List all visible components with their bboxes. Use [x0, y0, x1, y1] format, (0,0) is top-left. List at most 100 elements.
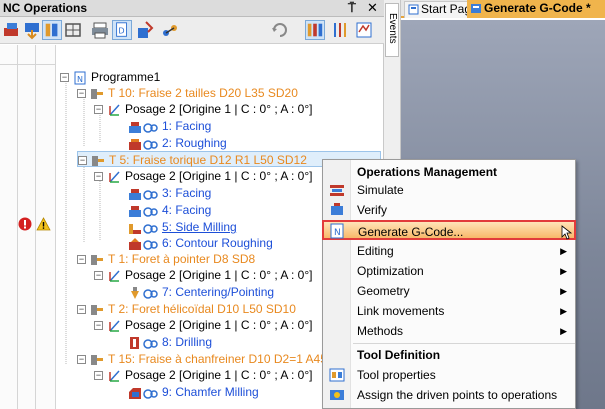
simulate-icon — [330, 185, 344, 196]
events-tab[interactable]: Events — [385, 3, 399, 57]
tree-operation[interactable]: 4: Facing — [128, 202, 211, 218]
import-icon[interactable] — [22, 20, 42, 40]
sort-tools-icon[interactable] — [305, 20, 325, 40]
collapse-toggle[interactable]: − — [77, 89, 86, 99]
mouse-cursor-icon — [561, 225, 572, 240]
refresh-icon[interactable] — [270, 20, 290, 40]
axis-frame-icon — [109, 171, 120, 183]
start-page-icon — [408, 4, 419, 15]
collapse-toggle[interactable]: − — [94, 172, 103, 182]
menu-item-label: Methods — [357, 324, 404, 338]
error-icon[interactable] — [18, 217, 32, 231]
side-milling-operation-icon — [129, 223, 158, 234]
operations-icon[interactable] — [2, 20, 22, 40]
posage-label: Posage 2 [Origine 1 | C : 0° ; A : 0°] — [125, 318, 313, 332]
menu-item-methods[interactable]: Methods ▶ — [323, 321, 575, 341]
context-menu: Operations Management Simulate Verify N … — [322, 159, 576, 409]
axis-frame-icon — [109, 320, 120, 332]
tree-posage[interactable]: − Posage 2 [Origine 1 | C : 0° ; A : 0°] — [94, 367, 312, 383]
document-icon[interactable]: D — [112, 20, 132, 40]
centering-operation-icon — [131, 286, 158, 299]
collapse-toggle[interactable]: − — [77, 255, 86, 265]
machine-icon[interactable] — [160, 20, 180, 40]
menu-item-link-movements[interactable]: Link movements ▶ — [323, 301, 575, 321]
collapse-toggle[interactable]: − — [77, 355, 86, 365]
tool-icon — [91, 304, 103, 315]
menu-item-geometry[interactable]: Geometry ▶ — [323, 281, 575, 301]
tree-operation[interactable]: 3: Facing — [128, 185, 211, 201]
operation-label: 9: Chamfer Milling — [162, 385, 259, 399]
tree-operation[interactable]: 8: Drilling — [128, 334, 212, 350]
svg-text:N: N — [334, 228, 341, 238]
menu-item-verify[interactable]: Verify — [323, 200, 575, 220]
collapse-toggle[interactable]: − — [60, 73, 69, 83]
tree-root[interactable]: − N Programme1 — [60, 69, 160, 85]
operation-label: 2: Roughing — [162, 136, 227, 150]
svg-text:N: N — [77, 75, 83, 84]
submenu-arrow-icon: ▶ — [560, 266, 567, 276]
contour-roughing-operation-icon — [129, 237, 158, 250]
tree-tool-t15[interactable]: − T 15: Fraise à chanfreiner D10 D2=1 A45… — [77, 351, 344, 367]
warning-icon[interactable] — [36, 217, 51, 231]
collapse-toggle[interactable]: − — [78, 156, 87, 166]
collapse-toggle[interactable]: − — [94, 271, 103, 281]
posage-label: Posage 2 [Origine 1 | C : 0° ; A : 0°] — [125, 268, 313, 282]
tree-operation[interactable]: 2: Roughing — [128, 135, 227, 151]
menu-item-editing[interactable]: Editing ▶ — [323, 241, 575, 261]
tool-list-icon[interactable] — [42, 20, 62, 40]
pin-icon[interactable]: ⍑ — [348, 0, 356, 16]
tool-label: T 2: Foret hélicoïdal D10 L50 SD10 — [108, 302, 296, 316]
facing-operation-icon — [129, 205, 158, 217]
tree-posage[interactable]: − Posage 2 [Origine 1 | C : 0° ; A : 0°] — [94, 317, 312, 333]
tree-tool-t1[interactable]: − T 1: Foret à pointer D8 SD8 — [77, 251, 255, 267]
tree-posage[interactable]: − Posage 2 [Origine 1 | C : 0° ; A : 0°] — [94, 267, 312, 283]
menu-item-generate-gcode[interactable]: N Generate G-Code... — [322, 220, 576, 240]
tab-generate-gcode-label: Generate G-Code * — [484, 1, 591, 15]
tree-operation[interactable]: 6: Contour Roughing — [128, 235, 273, 251]
menu-item-assign-driven-points[interactable]: Assign the driven points to operations — [323, 385, 575, 405]
settings-grid-icon[interactable] — [63, 20, 83, 40]
menu-item-label: Generate G-Code... — [358, 225, 464, 239]
tool-path-icon[interactable] — [136, 20, 156, 40]
filter-icon[interactable] — [354, 20, 374, 40]
menu-item-label: Verify — [357, 203, 388, 217]
tree-root-label: Programme1 — [91, 70, 161, 84]
chamfer-milling-operation-icon — [129, 387, 158, 399]
menu-item-tool-properties[interactable]: Tool properties — [323, 365, 575, 385]
tree-operation[interactable]: 9: Chamfer Milling — [128, 384, 259, 400]
tool-label: T 15: Fraise à chanfreiner D10 D2=1 A45 … — [108, 352, 344, 366]
operation-label: 7: Centering/Pointing — [162, 285, 275, 299]
submenu-arrow-icon: ▶ — [560, 286, 567, 296]
tool-icon — [91, 354, 103, 365]
roughing-operation-icon — [129, 138, 158, 150]
close-icon[interactable]: ✕ — [367, 0, 378, 16]
menu-header-operations-management: Operations Management — [323, 162, 575, 182]
tab-generate-gcode[interactable]: Generate G-Code * — [467, 0, 605, 18]
facing-operation-icon — [129, 188, 158, 200]
tree-operation[interactable]: 5: Side Milling — [128, 219, 237, 235]
tree-operation[interactable]: 7: Centering/Pointing — [128, 284, 274, 300]
tree-posage[interactable]: − Posage 2 [Origine 1 | C : 0° ; A : 0°] — [94, 168, 312, 184]
parameters-icon[interactable] — [330, 20, 350, 40]
menu-item-simulate[interactable]: Simulate — [323, 180, 575, 200]
operation-label: 1: Facing — [162, 119, 212, 133]
tool-icon — [92, 155, 104, 166]
facing-operation-icon — [129, 121, 158, 133]
collapse-toggle[interactable]: − — [94, 105, 103, 115]
submenu-arrow-icon: ▶ — [560, 306, 567, 316]
status-column-1 — [0, 45, 18, 409]
collapse-toggle[interactable]: − — [94, 321, 103, 331]
menu-item-optimization[interactable]: Optimization ▶ — [323, 261, 575, 281]
menu-item-label: Editing — [357, 244, 394, 258]
tool-icon — [91, 88, 103, 99]
tree-operation[interactable]: 1: Facing — [128, 118, 211, 134]
svg-text:D: D — [118, 26, 124, 36]
program-icon: N — [74, 71, 86, 85]
tree-posage[interactable]: − Posage 2 [Origine 1 | C : 0° ; A : 0°] — [94, 101, 312, 117]
collapse-toggle[interactable]: − — [94, 371, 103, 381]
tree-tool-t10[interactable]: − T 10: Fraise 2 tailles D20 L35 SD20 — [77, 85, 298, 101]
tree-tool-t2[interactable]: − T 2: Foret hélicoïdal D10 L50 SD10 — [77, 301, 296, 317]
collapse-toggle[interactable]: − — [77, 305, 86, 315]
print-icon[interactable] — [90, 20, 110, 40]
menu-item-label: Simulate — [357, 183, 404, 197]
